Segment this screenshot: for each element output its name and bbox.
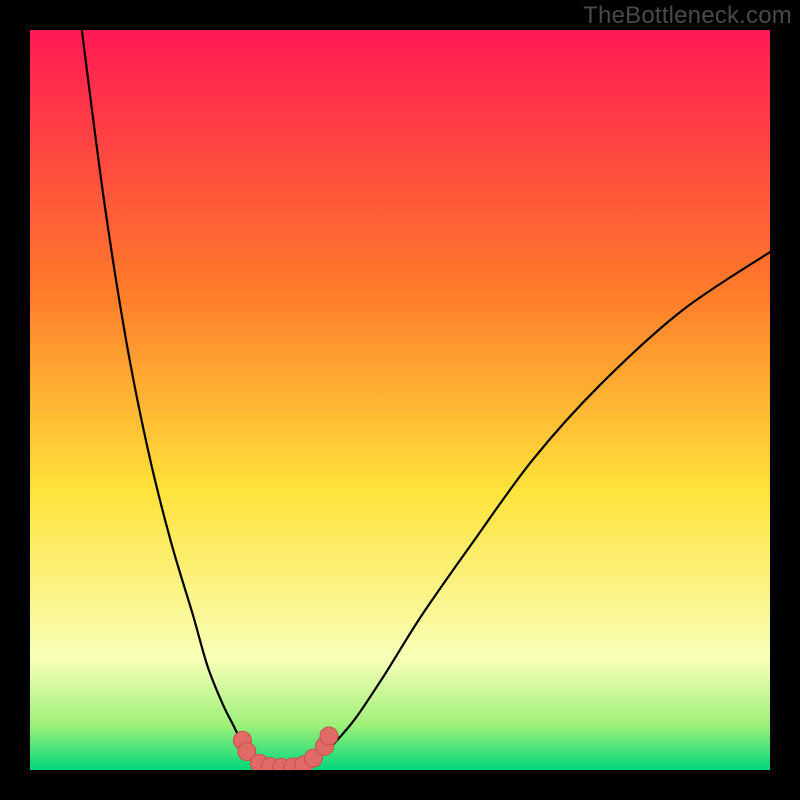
chart-svg bbox=[30, 30, 770, 770]
gradient-background bbox=[30, 30, 770, 770]
plot-area bbox=[30, 30, 770, 770]
outer-frame: TheBottleneck.com bbox=[0, 0, 800, 800]
watermark-text: TheBottleneck.com bbox=[583, 2, 792, 30]
valley-marker bbox=[320, 727, 338, 745]
